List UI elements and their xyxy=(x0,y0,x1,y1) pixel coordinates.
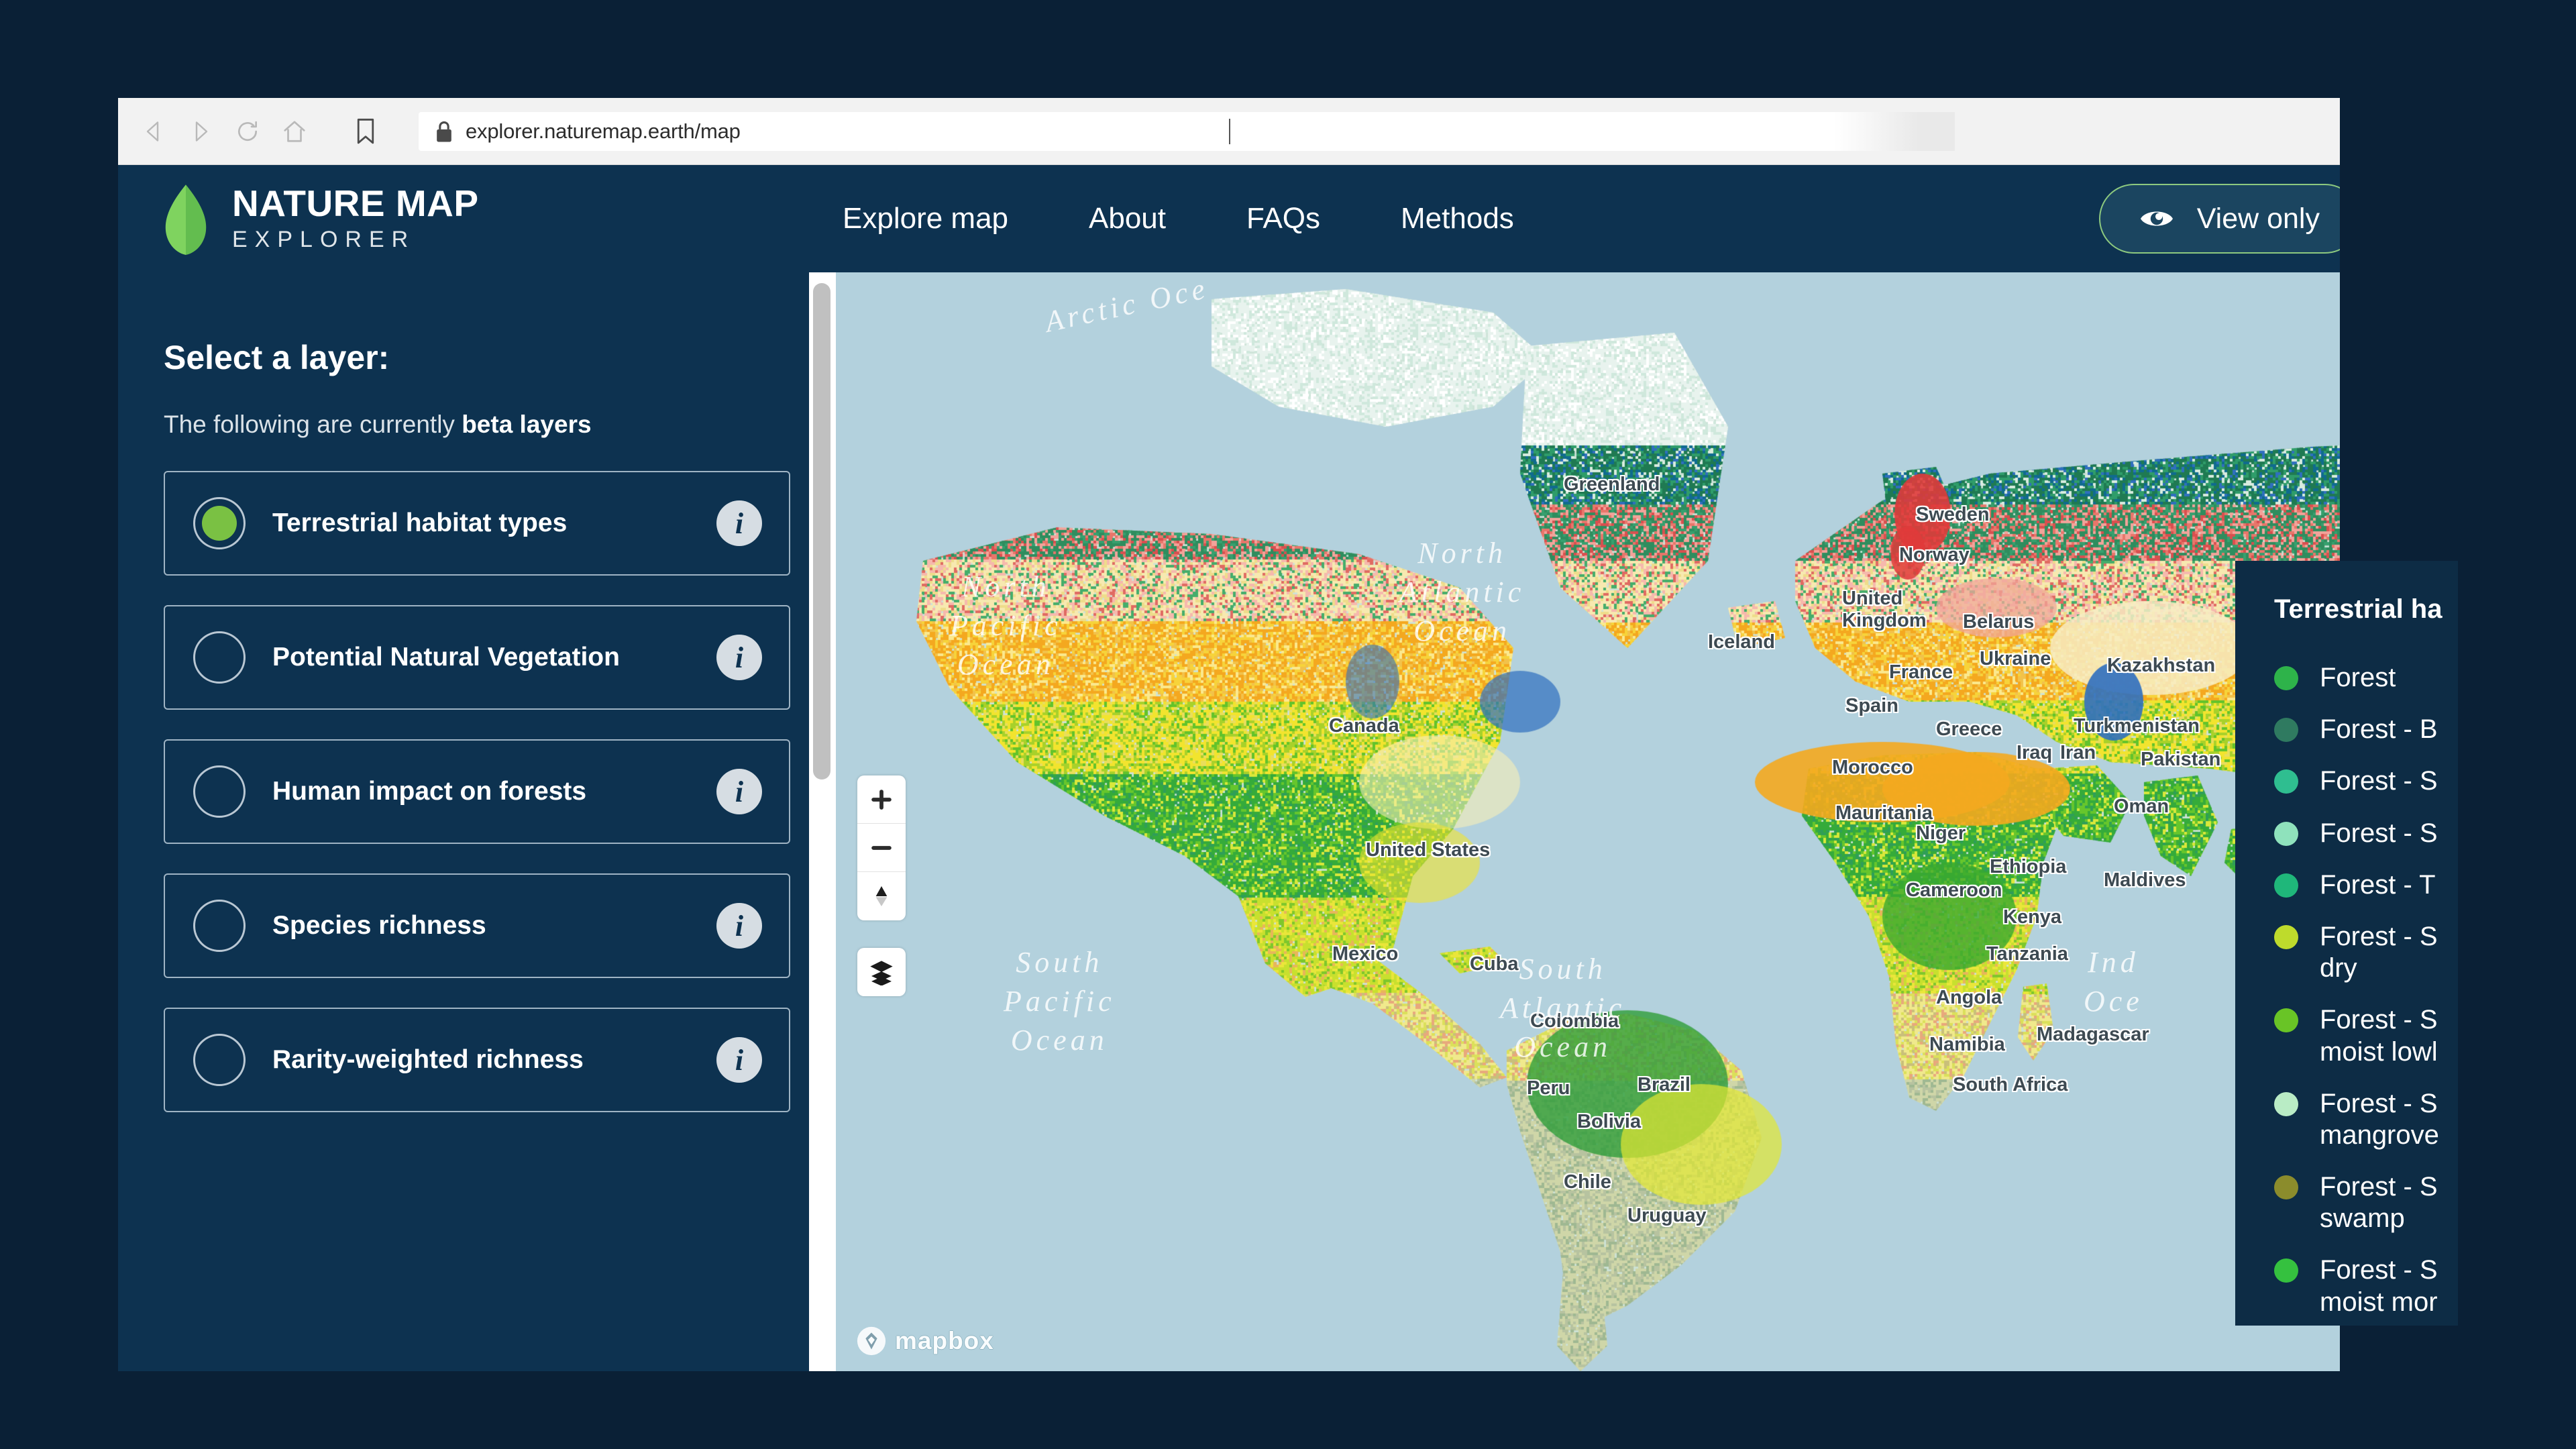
bookmark-icon[interactable] xyxy=(342,98,389,165)
view-only-label: View only xyxy=(2196,202,2320,235)
layer-label: Rarity-weighted richness xyxy=(272,1044,584,1074)
sidebar-scrollbar-thumb[interactable] xyxy=(813,283,830,780)
sidebar-title: Select a layer: xyxy=(164,339,390,376)
site-header: NATURE MAP EXPLORER Explore map About FA… xyxy=(118,165,2458,272)
legend-label: Forest - B xyxy=(2320,714,2438,745)
radio-terrestrial-habitat-types[interactable] xyxy=(193,497,246,549)
legend-item[interactable]: Forest - S xyxy=(2274,765,2458,797)
logo-title: NATURE MAP xyxy=(232,182,479,224)
layer-option-potential-natural-vegetation[interactable]: Potential Natural Vegetation i xyxy=(164,605,790,710)
legend-item[interactable]: Forest - S moist lowl xyxy=(2274,1004,2458,1067)
legend-swatch xyxy=(2274,1175,2298,1200)
view-only-button[interactable]: View only xyxy=(2098,184,2360,254)
browser-toolbar: explorer.naturemap.earth/map xyxy=(118,98,2458,165)
info-icon[interactable]: i xyxy=(716,635,762,680)
legend-item[interactable]: Forest - S xyxy=(2274,818,2458,849)
legend-label: Forest - S xyxy=(2320,766,2438,796)
info-icon[interactable]: i xyxy=(716,500,762,546)
legend-list: Forest Forest - B Forest - S Forest - S Fore… xyxy=(2274,662,2458,1318)
layer-option-rarity-weighted-richness[interactable]: Rarity-weighted richness i xyxy=(164,1008,790,1112)
info-icon[interactable]: i xyxy=(716,903,762,949)
url-text: explorer.naturemap.earth/map xyxy=(466,119,741,143)
sidebar-subtitle-prefix: The following are currently xyxy=(164,411,462,438)
layer-sidebar: Select a layer: The following are curren… xyxy=(118,272,836,1371)
legend-swatch xyxy=(2274,1008,2298,1033)
legend-title: Terrestrial ha xyxy=(2274,594,2443,624)
legend-swatch xyxy=(2274,924,2298,949)
legend-item[interactable]: Forest - S dry xyxy=(2274,921,2458,984)
legend-label: Forest - S moist lowl xyxy=(2320,1005,2438,1067)
layer-list: Terrestrial habitat types i Potential Na… xyxy=(164,471,790,1112)
mapbox-logo[interactable]: mapbox xyxy=(856,1326,994,1356)
nav-link-about[interactable]: About xyxy=(1089,202,1166,235)
leaf-pin-logo-icon xyxy=(165,184,207,255)
layer-label: Human impact on forests xyxy=(272,776,587,806)
mapbox-mark-icon xyxy=(857,1326,886,1356)
map-zoom-controls xyxy=(857,775,906,920)
legend-swatch xyxy=(2274,666,2298,690)
main-nav: Explore map About FAQs Methods xyxy=(648,165,1514,272)
layer-label: Potential Natural Vegetation xyxy=(272,642,620,672)
legend-label: Forest - S xyxy=(2320,818,2438,848)
browser-window: explorer.naturemap.earth/map NATURE MAP … xyxy=(118,98,2458,1371)
sidebar-subtitle: The following are currently beta layers xyxy=(164,411,790,439)
desktop-background: explorer.naturemap.earth/map NATURE MAP … xyxy=(0,0,2576,1449)
sidebar-subtitle-strong: beta layers xyxy=(462,411,592,438)
legend-swatch xyxy=(2274,1091,2298,1116)
forward-arrow-icon[interactable] xyxy=(177,98,224,165)
layer-label: Terrestrial habitat types xyxy=(272,508,568,537)
site-logo[interactable]: NATURE MAP EXPLORER xyxy=(118,165,648,272)
map-viewport[interactable]: Greenland Iceland Canada United States Mexic… xyxy=(836,272,2458,1371)
legend-item[interactable]: Forest - S moist mor xyxy=(2274,1254,2458,1318)
app-body: Select a layer: The following are curren… xyxy=(118,272,2458,1371)
legend-swatch xyxy=(2274,873,2298,898)
legend-swatch xyxy=(2274,769,2298,794)
address-bar-fade xyxy=(1834,111,1955,151)
legend-label: Forest xyxy=(2320,663,2396,692)
legend-item[interactable]: Forest - B xyxy=(2274,714,2458,745)
back-arrow-icon[interactable] xyxy=(130,98,177,165)
home-icon[interactable] xyxy=(271,98,318,165)
info-icon[interactable]: i xyxy=(716,1037,762,1083)
legend-label: Forest - T xyxy=(2320,869,2436,900)
habitat-map-raster xyxy=(836,272,2458,1371)
radio-human-impact-on-forests[interactable] xyxy=(193,765,246,818)
layer-label: Species richness xyxy=(272,910,486,940)
legend-item[interactable]: Forest - S mangrove xyxy=(2274,1088,2458,1151)
zoom-in-button[interactable] xyxy=(857,775,906,824)
layer-option-human-impact-on-forests[interactable]: Human impact on forests i xyxy=(164,739,790,844)
legend-item[interactable]: Forest xyxy=(2274,662,2458,694)
map-legend-panel: Terrestrial ha Forest Forest - B Forest - … xyxy=(2235,561,2458,1326)
mapbox-wordmark: mapbox xyxy=(895,1327,994,1354)
nav-link-explore-map[interactable]: Explore map xyxy=(843,202,1008,235)
nav-link-faqs[interactable]: FAQs xyxy=(1246,202,1320,235)
compass-icon[interactable] xyxy=(857,872,906,920)
legend-swatch xyxy=(2274,821,2298,846)
legend-item[interactable]: Forest - S swamp xyxy=(2274,1171,2458,1234)
radio-potential-natural-vegetation[interactable] xyxy=(193,631,246,684)
legend-item[interactable]: Forest - T xyxy=(2274,869,2458,901)
eye-icon xyxy=(2140,211,2173,226)
text-caret xyxy=(1229,118,1230,144)
info-icon[interactable]: i xyxy=(716,769,762,814)
legend-label: Forest - S mangrove xyxy=(2320,1088,2439,1150)
layer-option-terrestrial-habitat-types[interactable]: Terrestrial habitat types i xyxy=(164,471,790,576)
legend-label: Forest - S moist mor xyxy=(2320,1255,2438,1317)
legend-swatch xyxy=(2274,1258,2298,1283)
lock-icon xyxy=(435,120,453,143)
radio-rarity-weighted-richness[interactable] xyxy=(193,1034,246,1086)
layers-stack-icon[interactable] xyxy=(857,948,906,996)
logo-subtitle: EXPLORER xyxy=(232,227,416,253)
radio-species-richness[interactable] xyxy=(193,900,246,952)
nav-link-methods[interactable]: Methods xyxy=(1401,202,1514,235)
address-bar[interactable]: explorer.naturemap.earth/map xyxy=(419,111,1955,151)
reload-icon[interactable] xyxy=(224,98,271,165)
legend-label: Forest - S swamp xyxy=(2320,1172,2438,1234)
zoom-out-button[interactable] xyxy=(857,824,906,872)
legend-label: Forest - S dry xyxy=(2320,921,2438,983)
legend-swatch xyxy=(2274,718,2298,743)
layer-option-species-richness[interactable]: Species richness i xyxy=(164,873,790,978)
